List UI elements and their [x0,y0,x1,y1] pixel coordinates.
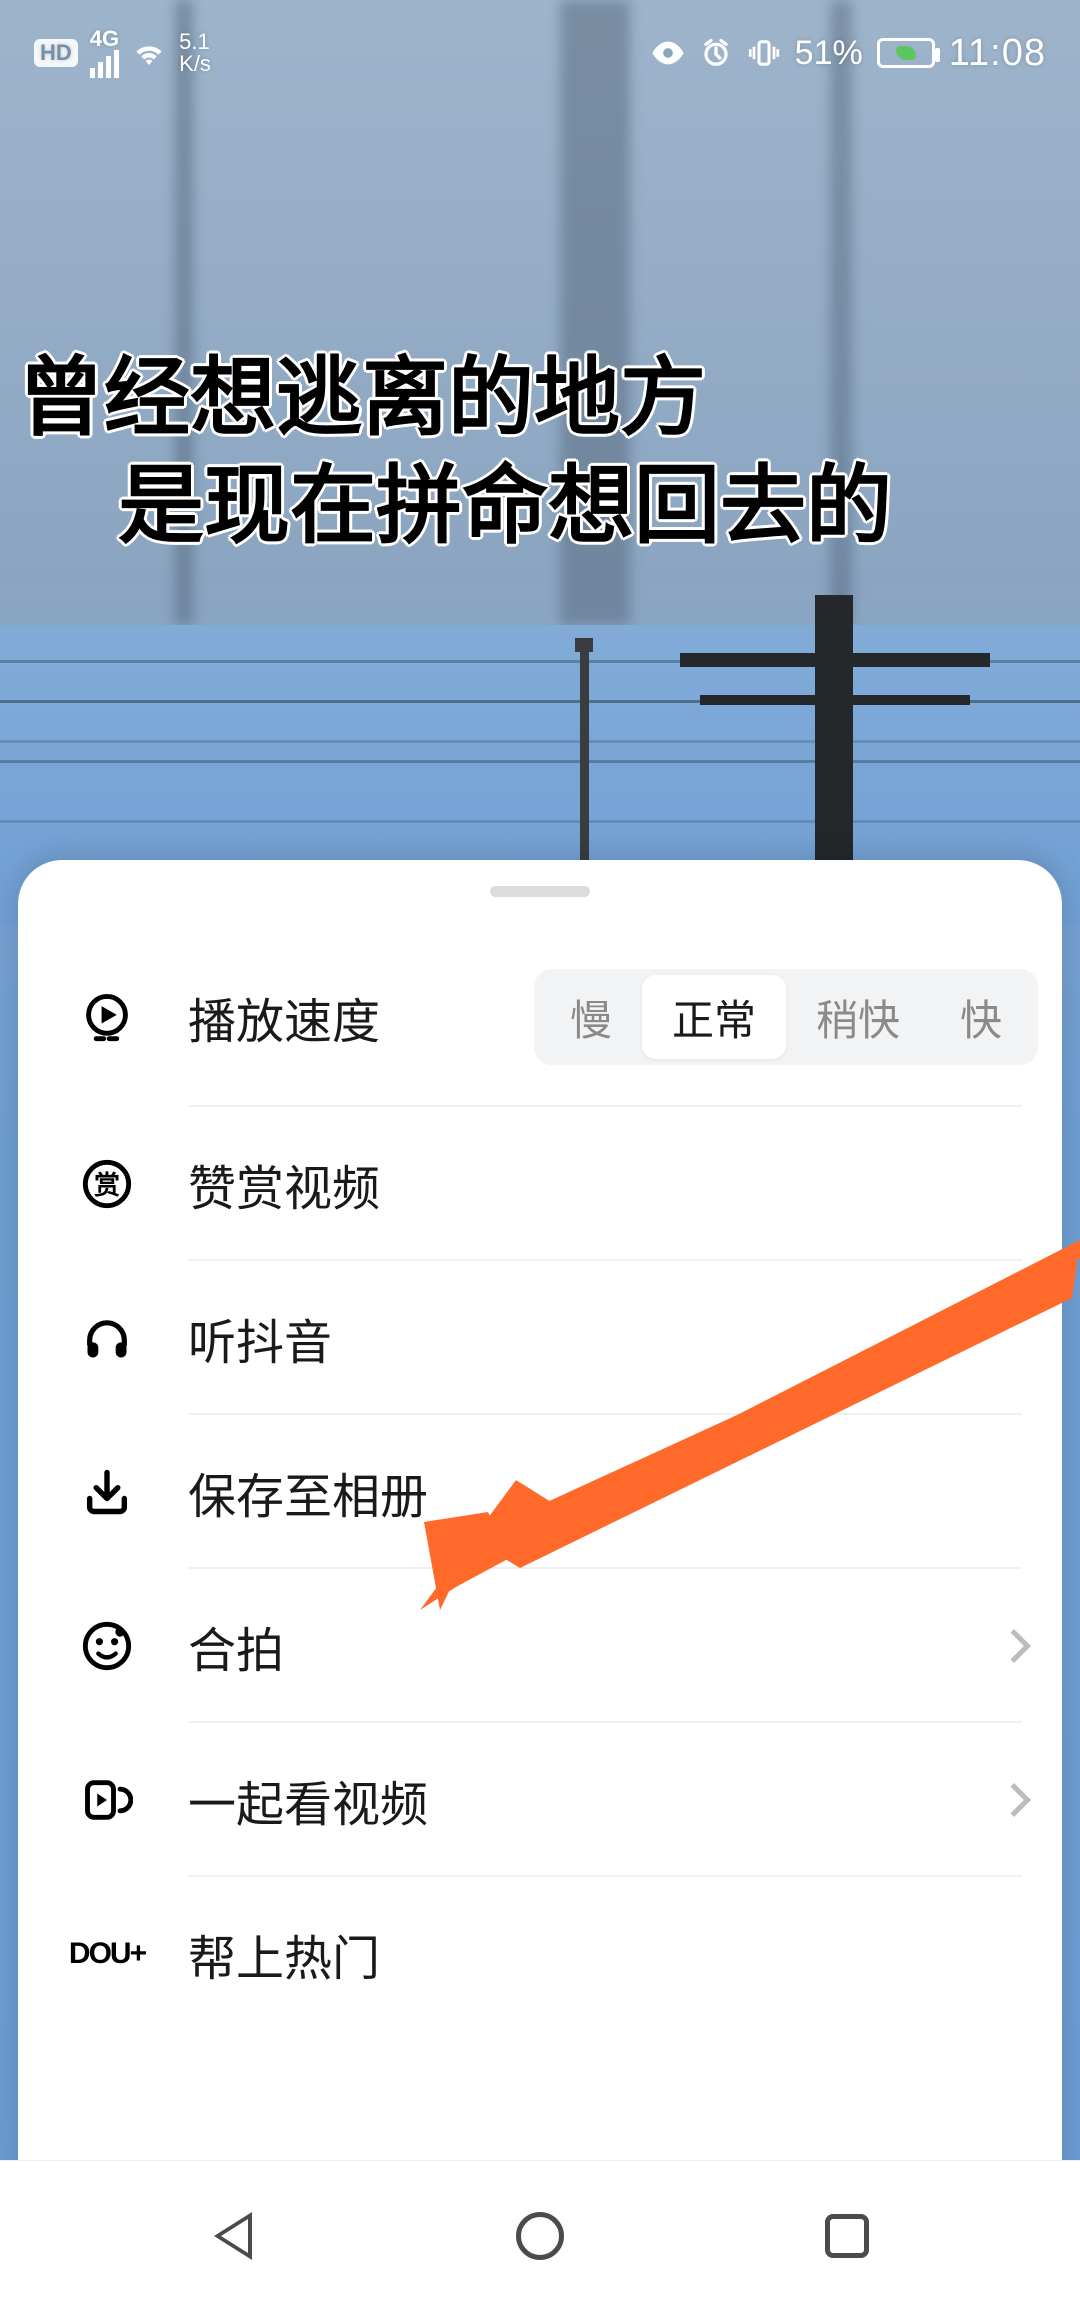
duet-row[interactable]: 合拍 [18,1569,1062,1723]
battery-icon [877,38,935,68]
download-icon [78,1463,136,1521]
chevron-right-icon [997,1783,1031,1817]
watch-together-row[interactable]: 一起看视频 [18,1723,1062,1877]
alarm-icon [699,38,733,68]
bg-wire [0,740,1080,743]
save-to-album-label: 保存至相册 [188,1457,428,1527]
speed-segmented-control: 慢 正常 稍快 快 [534,969,1038,1065]
listen-audio-label: 听抖音 [188,1303,332,1373]
eye-comfort-icon [651,38,685,68]
bg-wire [0,820,1080,823]
speed-option-slow[interactable]: 慢 [540,975,642,1059]
status-bar: HD 4G 5.1 K/s 51% 11:08 [0,18,1080,88]
clock: 11:08 [949,32,1046,75]
speed-option-fast[interactable]: 快 [930,975,1032,1059]
bg-utility-pole-crossarm [700,695,970,705]
nav-recent-button[interactable] [819,2208,875,2264]
speed-option-normal[interactable]: 正常 [642,975,786,1059]
video-caption: 曾经想逃离的地方 是现在拼命想回去的 [18,345,1080,560]
video-caption-line: 是现在拼命想回去的 [18,453,1080,561]
wifi-icon [131,39,167,67]
nav-home-button[interactable] [512,2208,568,2264]
reward-video-label: 赞赏视频 [188,1149,380,1219]
duet-icon [78,1617,136,1675]
duet-label: 合拍 [188,1611,284,1681]
playback-speed-icon [78,988,136,1046]
listen-audio-row[interactable]: 听抖音 [18,1261,1062,1415]
watch-together-label: 一起看视频 [188,1765,428,1835]
hd-badge: HD [34,39,78,67]
playback-speed-label: 播放速度 [188,982,380,1052]
network-speed: 5.1 K/s [179,31,211,75]
video-caption-line: 曾经想逃离的地方 [18,345,1080,453]
bg-utility-pole-small [575,638,593,652]
save-to-album-row[interactable]: 保存至相册 [18,1415,1062,1569]
bg-utility-pole-crossarm [680,653,990,667]
action-sheet[interactable]: 播放速度 慢 正常 稍快 快 赏 赞赏视频 听抖音 [18,860,1062,2310]
speed-option-faster[interactable]: 稍快 [786,975,930,1059]
watch-together-icon [78,1771,136,1829]
android-nav-bar [0,2160,1080,2310]
sheet-grabber[interactable] [490,886,590,897]
cellular-icon: 4G [90,28,119,78]
battery-percent: 51% [795,34,863,73]
dou-plus-row[interactable]: DOU+ 帮上热门 [18,1877,1062,2031]
dou-plus-label: 帮上热门 [188,1919,380,1989]
reward-video-row[interactable]: 赏 赞赏视频 [18,1107,1062,1261]
nav-back-button[interactable] [205,2208,261,2264]
vibrate-icon [747,38,781,68]
dou-plus-icon: DOU+ [78,1925,136,1983]
bg-wire [0,760,1080,763]
chevron-right-icon [997,1629,1031,1663]
headphones-icon [78,1309,136,1367]
playback-speed-row: 播放速度 慢 正常 稍快 快 [18,927,1062,1107]
svg-text:赏: 赏 [94,1170,120,1200]
reward-icon: 赏 [78,1155,136,1213]
